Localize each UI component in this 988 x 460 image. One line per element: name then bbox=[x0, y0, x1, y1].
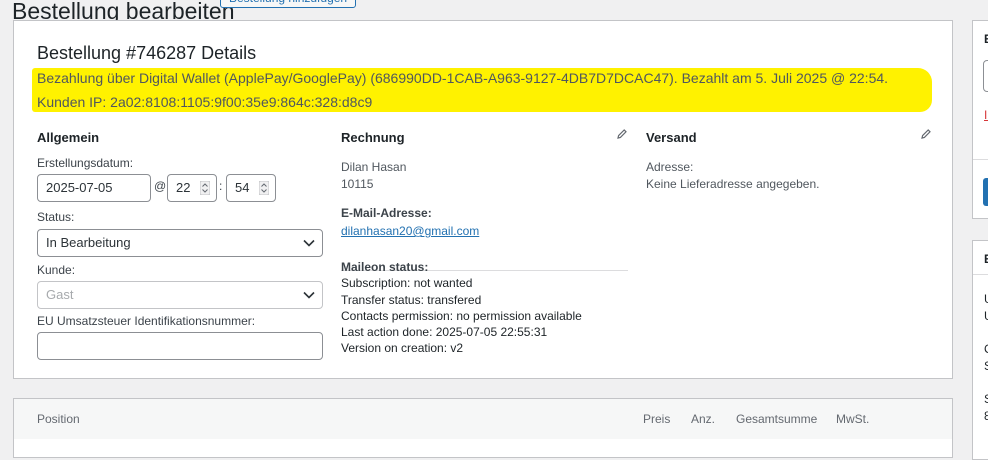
order-items-panel: Position Preis Anz. Gesamtsumme MwSt. bbox=[13, 398, 953, 458]
maileon-title: Maileon status: bbox=[341, 260, 429, 274]
update-button[interactable] bbox=[983, 178, 988, 206]
divider bbox=[973, 159, 988, 160]
stepper-icon[interactable] bbox=[200, 181, 210, 195]
billing-zip: 10115 bbox=[341, 177, 374, 191]
sidebar-text: U bbox=[984, 309, 988, 323]
shipping-address-value: Keine Lieferadresse angegeben. bbox=[646, 177, 820, 191]
maileon-line: Version on creation: v2 bbox=[341, 341, 464, 355]
at-sign: @ bbox=[154, 179, 167, 193]
stepper-icon[interactable] bbox=[259, 181, 269, 195]
billing-name: Dilan Hasan bbox=[341, 160, 407, 174]
created-date-label: Erstellungsdatum: bbox=[37, 156, 134, 170]
date-input[interactable]: 2025-07-05 bbox=[37, 174, 151, 202]
vat-input[interactable] bbox=[37, 332, 323, 360]
time-colon: : bbox=[219, 179, 223, 193]
status-value: In Bearbeitung bbox=[46, 235, 131, 250]
sidebar-actions-box: E Ir bbox=[972, 20, 988, 219]
sidebar-text: S bbox=[984, 359, 988, 373]
maileon-line: Subscription: not wanted bbox=[341, 276, 473, 290]
sidebar-info-box: E U U C S S 8 bbox=[972, 240, 988, 460]
sidebar-text: S bbox=[984, 392, 988, 406]
divider bbox=[973, 274, 988, 275]
chevron-down-icon bbox=[303, 291, 315, 299]
pencil-icon[interactable] bbox=[616, 128, 628, 140]
customer-label: Kunde: bbox=[37, 263, 76, 277]
general-section: Allgemein bbox=[37, 130, 99, 145]
general-title: Allgemein bbox=[37, 130, 100, 145]
shipping-title: Versand bbox=[646, 130, 697, 145]
status-label: Status: bbox=[37, 210, 75, 224]
sidebar-text: U bbox=[984, 292, 988, 306]
maileon-line: Contacts permission: no permission avail… bbox=[341, 309, 582, 323]
customer-value: Gast bbox=[46, 287, 74, 302]
shipping-address-label: Adresse: bbox=[646, 160, 694, 174]
sidebar-link[interactable]: Ir bbox=[984, 108, 988, 122]
vat-label: EU Umsatzsteuer Identifikationsnummer: bbox=[37, 314, 256, 328]
chevron-down-icon bbox=[303, 239, 315, 247]
billing-section: Rechnung bbox=[341, 130, 405, 145]
maileon-line: Last action done: 2025-07-05 22:55:31 bbox=[341, 325, 548, 339]
add-order-button[interactable]: Bestellung hinzufügen bbox=[220, 0, 357, 8]
billing-title: Rechnung bbox=[341, 130, 405, 145]
shipping-section: Versand bbox=[646, 130, 697, 145]
hour-input[interactable]: 22 bbox=[167, 174, 217, 202]
order-details-panel: Bestellung #746287 Details Bezahlung übe… bbox=[13, 20, 953, 379]
hour-value: 22 bbox=[176, 180, 191, 195]
pencil-icon[interactable] bbox=[920, 128, 932, 140]
column-total: Gesamtsumme bbox=[736, 412, 818, 426]
column-position: Position bbox=[37, 412, 80, 426]
items-table-header: Position Preis Anz. Gesamtsumme MwSt. bbox=[14, 399, 952, 439]
action-select[interactable] bbox=[983, 60, 988, 92]
column-tax: MwSt. bbox=[836, 412, 870, 426]
sidebar-text: 8 bbox=[984, 409, 988, 423]
column-price: Preis bbox=[643, 412, 671, 426]
minute-input[interactable]: 54 bbox=[226, 174, 276, 202]
customer-select[interactable]: Gast bbox=[37, 281, 323, 309]
sidebar-box-title: E bbox=[984, 32, 988, 46]
email-label: E-Mail-Adresse: bbox=[341, 206, 432, 220]
minute-value: 54 bbox=[235, 180, 250, 195]
maileon-line: Transfer status: transfered bbox=[341, 293, 482, 307]
email-link[interactable]: dilanhasan20@gmail.com bbox=[341, 224, 479, 238]
column-quantity: Anz. bbox=[691, 412, 716, 426]
customer-ip: Kunden IP: 2a02:8108:1105:9f00:35e9:864c… bbox=[37, 94, 373, 110]
status-select[interactable]: In Bearbeitung bbox=[37, 229, 323, 257]
sidebar-text: C bbox=[984, 342, 988, 356]
sidebar-box-title: E bbox=[984, 252, 988, 266]
payment-info: Bezahlung über Digital Wallet (ApplePay/… bbox=[37, 70, 889, 86]
order-heading: Bestellung #746287 Details bbox=[37, 43, 257, 63]
